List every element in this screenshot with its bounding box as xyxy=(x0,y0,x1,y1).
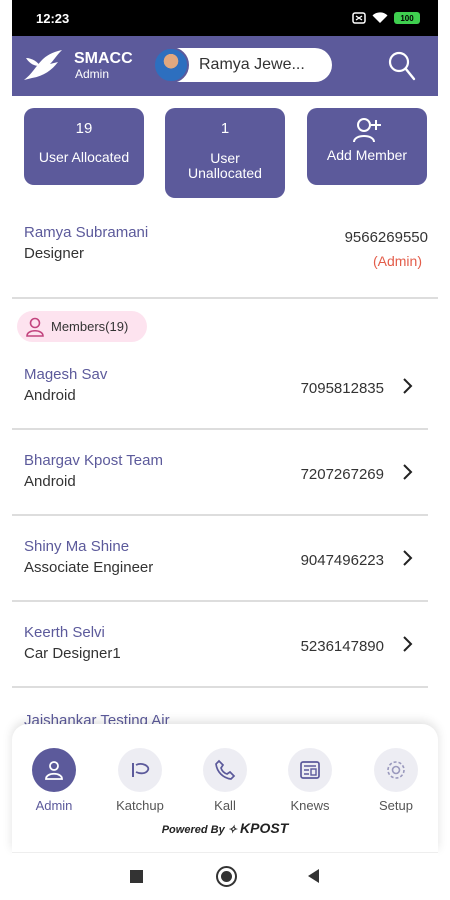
status-bar: 12:23 100 xyxy=(12,0,438,36)
person-icon xyxy=(26,317,44,337)
allocated-count: 19 xyxy=(75,120,93,137)
user-role: Admin xyxy=(75,67,110,82)
member-row[interactable]: Bhargav Kpost Team Android 7207267269 xyxy=(12,430,428,516)
admin-name: Ramya Subramani xyxy=(24,224,149,241)
members-chip: Members(19) xyxy=(17,311,147,342)
unallocated-label-line2: Unallocated xyxy=(188,165,262,181)
member-phone: 5236147890 xyxy=(300,638,384,655)
nav-setup[interactable]: Setup xyxy=(361,748,431,813)
notification-icon xyxy=(352,12,366,24)
nav-katchup-label: Katchup xyxy=(116,798,164,813)
member-row[interactable]: Shiny Ma Shine Associate Engineer 904749… xyxy=(12,516,428,602)
app-header: SMACC Admin Ramya Jewe... xyxy=(12,36,438,96)
member-row[interactable]: Keerth Selvi Car Designer1 5236147890 xyxy=(12,602,428,688)
powered-by-text: Powered By xyxy=(161,824,225,836)
nav-admin-label: Admin xyxy=(35,798,73,813)
member-role: Car Designer1 xyxy=(24,645,121,662)
member-name: Bhargav Kpost Team xyxy=(24,452,163,469)
bottom-nav: Admin Katchup Kall Knews Setup Powered B… xyxy=(12,724,438,852)
member-role: Android xyxy=(24,473,76,490)
unallocated-label-line1: User xyxy=(210,150,240,166)
member-role: Associate Engineer xyxy=(24,559,154,576)
nav-setup-label: Setup xyxy=(379,798,413,813)
chevron-right-icon xyxy=(403,636,413,652)
nav-katchup[interactable]: Katchup xyxy=(105,748,175,813)
admin-phone: 9566269550 xyxy=(344,229,428,246)
admin-tag: (Admin) xyxy=(372,253,422,269)
home-icon[interactable] xyxy=(216,866,237,887)
members-count-label: Members(19) xyxy=(51,319,129,334)
admin-row: Ramya Subramani Designer 9566269550 (Adm… xyxy=(12,215,438,299)
chevron-right-icon xyxy=(403,550,413,566)
member-name: Keerth Selvi xyxy=(24,624,105,641)
news-icon xyxy=(288,748,332,792)
screen: 12:23 100 SMACC Admin Ramya Jewe... 19 U… xyxy=(0,0,450,900)
wifi-icon xyxy=(372,12,388,23)
member-phone: 7207267269 xyxy=(300,466,384,483)
member-row[interactable]: Magesh Sav Android 7095812835 xyxy=(12,344,428,430)
add-user-icon xyxy=(353,118,381,143)
allocated-label: User Allocated xyxy=(38,149,130,165)
search-icon[interactable] xyxy=(388,50,416,82)
member-phone: 7095812835 xyxy=(300,380,384,397)
nav-knews[interactable]: Knews xyxy=(275,748,345,813)
user-selector[interactable]: Ramya Jewe... xyxy=(153,47,332,83)
system-nav-bar xyxy=(12,852,438,900)
member-role: Android xyxy=(24,387,76,404)
app-name: SMACC xyxy=(74,49,133,67)
nav-kall[interactable]: Kall xyxy=(190,748,260,813)
kpost-logo-icon: ✧ xyxy=(227,824,237,836)
back-icon[interactable] xyxy=(308,869,319,883)
unallocated-label: User Unallocated xyxy=(165,151,285,181)
avatar xyxy=(153,47,189,83)
nav-admin[interactable]: Admin xyxy=(19,748,89,813)
add-member-label: Add Member xyxy=(326,147,408,163)
battery-icon: 100 xyxy=(394,12,420,24)
status-icons: 100 xyxy=(352,12,420,24)
member-name: Magesh Sav xyxy=(24,366,108,383)
bird-logo-icon xyxy=(24,50,62,80)
user-name: Ramya Jewe... xyxy=(199,56,305,73)
status-time: 12:23 xyxy=(36,10,70,26)
member-name: Shiny Ma Shine xyxy=(24,538,130,555)
nav-kall-label: Kall xyxy=(214,798,236,813)
member-phone: 9047496223 xyxy=(300,552,384,569)
user-allocated-card[interactable]: 19 User Allocated xyxy=(24,108,144,185)
gear-icon xyxy=(374,748,418,792)
admin-role: Designer xyxy=(24,245,85,262)
user-unallocated-card[interactable]: 1 User Unallocated xyxy=(165,108,285,198)
nav-knews-label: Knews xyxy=(290,798,330,813)
katchup-icon xyxy=(118,748,162,792)
add-member-button[interactable]: Add Member xyxy=(307,108,427,185)
phone-icon xyxy=(203,748,247,792)
chevron-right-icon xyxy=(403,378,413,394)
admin-icon xyxy=(32,748,76,792)
powered-by: Powered By ✧ KPOST xyxy=(12,820,438,836)
powered-brand: KPOST xyxy=(240,820,289,836)
recents-icon[interactable] xyxy=(130,870,143,883)
brand-block: SMACC Admin xyxy=(74,50,133,82)
unallocated-count: 1 xyxy=(220,120,230,137)
chevron-right-icon xyxy=(403,464,413,480)
